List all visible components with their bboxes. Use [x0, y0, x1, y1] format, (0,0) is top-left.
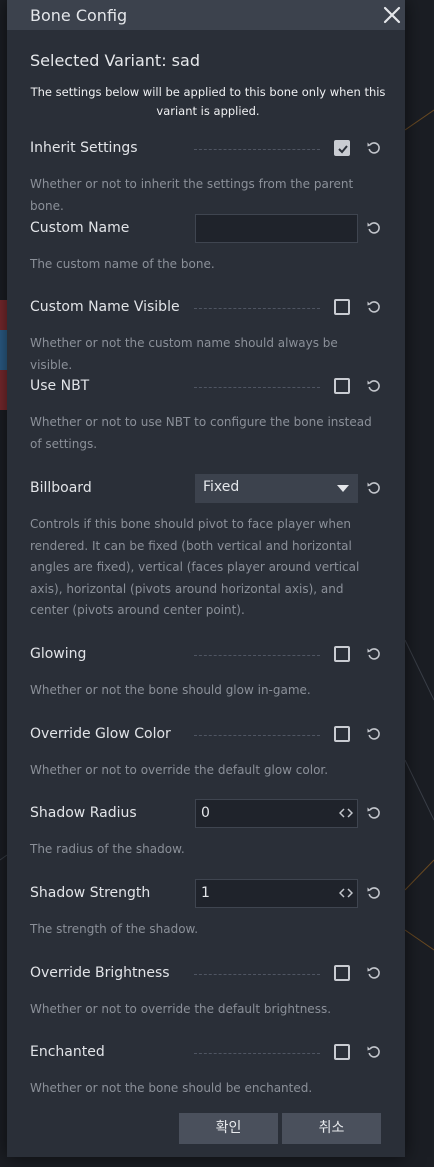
reset-icon[interactable] [366, 299, 382, 315]
billboard-select[interactable]: Fixed [195, 474, 358, 503]
cancel-button[interactable]: 취소 [282, 1113, 381, 1144]
shadow-radius-input[interactable]: 0 [195, 799, 358, 828]
setting-description: Whether or not to inherit the settings f… [30, 177, 354, 213]
close-button[interactable] [381, 4, 403, 26]
setting-label: Override Brightness [30, 965, 170, 981]
custom-name-input[interactable] [195, 214, 358, 243]
setting-description: The custom name of the bone. [30, 257, 215, 271]
reset-icon[interactable] [366, 885, 382, 901]
reset-icon[interactable] [366, 378, 382, 394]
dashed-separator [194, 1053, 320, 1054]
spinner-arrows-icon[interactable] [339, 886, 353, 900]
reset-icon[interactable] [366, 726, 382, 742]
custom-name-visible-checkbox[interactable] [334, 299, 350, 315]
override-glow-color-checkbox[interactable] [334, 726, 350, 742]
setting-label: Shadow Strength [30, 885, 151, 901]
setting-description: Whether or not the bone should be enchan… [30, 1081, 313, 1095]
setting-description: Whether or not the custom name should al… [30, 336, 338, 372]
dashed-separator [194, 387, 320, 388]
override-brightness-checkbox[interactable] [334, 965, 350, 981]
glowing-checkbox[interactable] [334, 646, 350, 662]
bone-config-dialog: Bone Config Selected Variant: sad The se… [7, 0, 405, 1157]
billboard-selected-value: Fixed [203, 479, 240, 495]
confirm-button[interactable]: 확인 [179, 1113, 278, 1144]
enchanted-checkbox[interactable] [334, 1044, 350, 1060]
dashed-separator [194, 735, 320, 736]
reset-icon[interactable] [366, 220, 382, 236]
setting-description: The radius of the shadow. [30, 842, 185, 856]
setting-label: Billboard [30, 480, 92, 496]
dashed-separator [194, 655, 320, 656]
setting-label: Override Glow Color [30, 726, 171, 742]
close-icon [383, 6, 401, 24]
caret-down-icon [337, 485, 349, 492]
setting-label: Shadow Radius [30, 805, 137, 821]
dialog-titlebar[interactable]: Bone Config [7, 0, 405, 30]
reset-icon[interactable] [366, 965, 382, 981]
reset-icon[interactable] [366, 805, 382, 821]
dashed-separator [194, 308, 320, 309]
spinner-arrows-icon[interactable] [339, 806, 353, 820]
dashed-separator [194, 149, 320, 150]
setting-label: Custom Name [30, 220, 130, 236]
setting-description: Whether or not to use NBT to configure t… [30, 415, 372, 451]
shadow-strength-input[interactable]: 1 [195, 879, 358, 908]
reset-icon[interactable] [366, 140, 382, 156]
use-nbt-checkbox[interactable] [334, 378, 350, 394]
setting-label: Enchanted [30, 1044, 105, 1060]
reset-icon[interactable] [366, 1044, 382, 1060]
setting-description: The strength of the shadow. [30, 922, 199, 936]
shadow-strength-value: 1 [201, 885, 210, 901]
selected-variant-heading: Selected Variant: sad [30, 51, 200, 70]
setting-description: Controls if this bone should pivot to fa… [30, 517, 360, 617]
dashed-separator [194, 974, 320, 975]
setting-label: Use NBT [30, 378, 90, 394]
inherit-settings-checkbox[interactable] [334, 140, 350, 156]
setting-description: Whether or not the bone should glow in-g… [30, 683, 311, 697]
reset-icon[interactable] [366, 646, 382, 662]
variant-note: The settings below will be applied to th… [30, 85, 386, 118]
dialog-title: Bone Config [30, 6, 128, 25]
setting-label: Glowing [30, 646, 87, 662]
setting-label: Inherit Settings [30, 140, 138, 156]
shadow-radius-value: 0 [201, 805, 210, 821]
setting-label: Custom Name Visible [30, 299, 180, 315]
setting-description: Whether or not to override the default g… [30, 763, 329, 777]
setting-description: Whether or not to override the default b… [30, 1002, 332, 1016]
reset-icon[interactable] [366, 480, 382, 496]
checkmark-icon [338, 145, 348, 154]
